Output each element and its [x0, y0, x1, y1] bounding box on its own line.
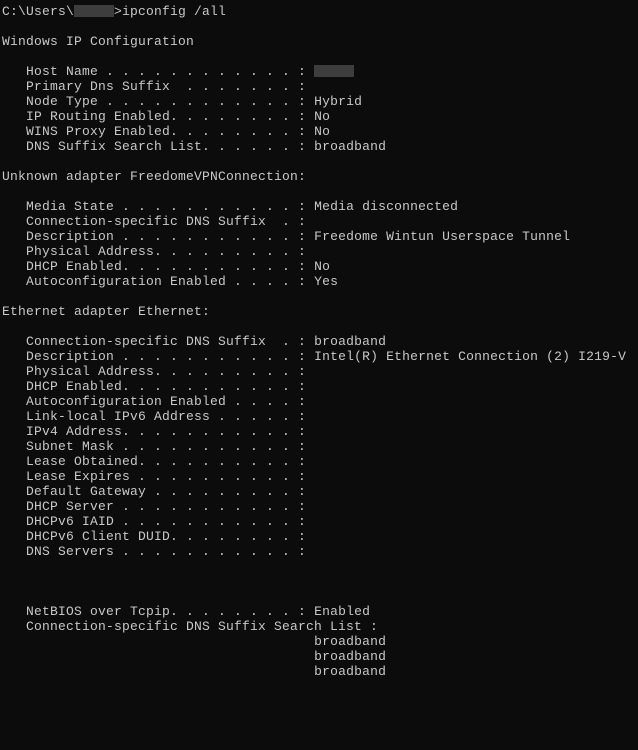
a2-conn-dns-row: Connection-specific DNS Suffix . : broad…: [2, 334, 386, 349]
primary-dns-row: Primary Dns Suffix . . . . . . . :: [2, 79, 306, 94]
ip-routing-label: IP Routing Enabled. . . . . . . . :: [2, 109, 314, 124]
redacted-user: [74, 5, 114, 17]
a2-lease-obtained-row: Lease Obtained. . . . . . . . . . :: [2, 454, 306, 469]
a2-suffix1-value: broadband: [314, 634, 386, 649]
a2-suffix1-row: broadband: [2, 634, 386, 649]
a1-autoconf-label: Autoconfiguration Enabled . . . . :: [2, 274, 314, 289]
a2-ipv4-row: IPv4 Address. . . . . . . . . . . :: [2, 424, 306, 439]
prompt-path-prefix: C:\Users\: [2, 4, 74, 19]
a2-subnet-row: Subnet Mask . . . . . . . . . . . :: [2, 439, 306, 454]
dns-suffix-list-value: broadband: [314, 139, 386, 154]
media-state-row: Media State . . . . . . . . . . . : Medi…: [2, 199, 458, 214]
a1-dhcp-enabled-label: DHCP Enabled. . . . . . . . . . . :: [2, 259, 314, 274]
a1-description-label: Description . . . . . . . . . . . :: [2, 229, 314, 244]
a1-autoconf-row: Autoconfiguration Enabled . . . . : Yes: [2, 274, 338, 289]
blank-line: [2, 154, 10, 169]
section-header-adapter1: Unknown adapter FreedomeVPNConnection:: [2, 169, 306, 184]
a2-description-row: Description . . . . . . . . . . . : Inte…: [2, 349, 626, 364]
wins-proxy-value: No: [314, 124, 330, 139]
dns-suffix-list-label: DNS Suffix Search List. . . . . . :: [2, 139, 314, 154]
node-type-label: Node Type . . . . . . . . . . . . :: [2, 94, 314, 109]
host-name-row: Host Name . . . . . . . . . . . . :: [2, 64, 354, 79]
prompt-command: >ipconfig /all: [114, 4, 226, 19]
a2-dhcpv6-iaid-row: DHCPv6 IAID . . . . . . . . . . . :: [2, 514, 306, 529]
section-header-adapter2: Ethernet adapter Ethernet:: [2, 304, 210, 319]
a2-dhcp-enabled-row: DHCP Enabled. . . . . . . . . . . :: [2, 379, 306, 394]
a2-netbios-value: Enabled: [314, 604, 370, 619]
a2-link-local-row: Link-local IPv6 Address . . . . . :: [2, 409, 306, 424]
a1-dhcp-enabled-row: DHCP Enabled. . . . . . . . . . . : No: [2, 259, 330, 274]
a2-autoconf-row: Autoconfiguration Enabled . . . . :: [2, 394, 306, 409]
a2-suffix-indent: [2, 664, 314, 679]
redacted-host: [314, 65, 354, 77]
a2-suffix-indent: [2, 649, 314, 664]
node-type-value: Hybrid: [314, 94, 362, 109]
a2-suffix3-row: broadband: [2, 664, 386, 679]
wins-proxy-row: WINS Proxy Enabled. . . . . . . . : No: [2, 124, 330, 139]
a2-netbios-label: NetBIOS over Tcpip. . . . . . . . :: [2, 604, 314, 619]
a2-suffix-indent: [2, 634, 314, 649]
section-header-global: Windows IP Configuration: [2, 34, 194, 49]
a2-phys-addr-row: Physical Address. . . . . . . . . :: [2, 364, 306, 379]
a1-phys-addr-row: Physical Address. . . . . . . . . :: [2, 244, 306, 259]
blank-line: [2, 184, 10, 199]
blank-line: [2, 574, 10, 589]
a2-netbios-row: NetBIOS over Tcpip. . . . . . . . : Enab…: [2, 604, 370, 619]
a2-dhcp-server-row: DHCP Server . . . . . . . . . . . :: [2, 499, 306, 514]
a1-dhcp-enabled-value: No: [314, 259, 330, 274]
a1-conn-dns-row: Connection-specific DNS Suffix . :: [2, 214, 306, 229]
a2-suffix2-value: broadband: [314, 649, 386, 664]
blank-line: [2, 49, 10, 64]
blank-line: [2, 319, 10, 334]
blank-line: [2, 589, 10, 604]
dns-suffix-list-row: DNS Suffix Search List. . . . . . : broa…: [2, 139, 386, 154]
media-state-label: Media State . . . . . . . . . . . :: [2, 199, 314, 214]
a2-suffix3-value: broadband: [314, 664, 386, 679]
a2-lease-expires-row: Lease Expires . . . . . . . . . . :: [2, 469, 306, 484]
terminal-output: C:\Users\ >ipconfig /all Windows IP Confi…: [0, 0, 638, 685]
a1-description-value: Freedome Wintun Userspace Tunnel: [314, 229, 570, 244]
a2-dns-servers-row: DNS Servers . . . . . . . . . . . :: [2, 544, 306, 559]
blank-line: [2, 289, 10, 304]
media-state-value: Media disconnected: [314, 199, 458, 214]
a2-dhcpv6-duid-row: DHCPv6 Client DUID. . . . . . . . :: [2, 529, 306, 544]
a2-conn-dns-label: Connection-specific DNS Suffix . :: [2, 334, 314, 349]
ip-routing-row: IP Routing Enabled. . . . . . . . : No: [2, 109, 330, 124]
wins-proxy-label: WINS Proxy Enabled. . . . . . . . :: [2, 124, 314, 139]
a2-default-gw-row: Default Gateway . . . . . . . . . :: [2, 484, 306, 499]
a2-suffix2-row: broadband: [2, 649, 386, 664]
a2-description-value: Intel(R) Ethernet Connection (2) I219-V: [314, 349, 626, 364]
ip-routing-value: No: [314, 109, 330, 124]
prompt-line[interactable]: C:\Users\ >ipconfig /all: [2, 4, 226, 19]
blank-line: [2, 19, 10, 34]
host-name-label: Host Name . . . . . . . . . . . . :: [2, 64, 314, 79]
a2-conn-dns-value: broadband: [314, 334, 386, 349]
a2-description-label: Description . . . . . . . . . . . :: [2, 349, 314, 364]
a2-suffix-list-header: Connection-specific DNS Suffix Search Li…: [2, 619, 378, 634]
a1-description-row: Description . . . . . . . . . . . : Free…: [2, 229, 570, 244]
node-type-row: Node Type . . . . . . . . . . . . : Hybr…: [2, 94, 362, 109]
a1-autoconf-value: Yes: [314, 274, 338, 289]
blank-line: [2, 559, 10, 574]
